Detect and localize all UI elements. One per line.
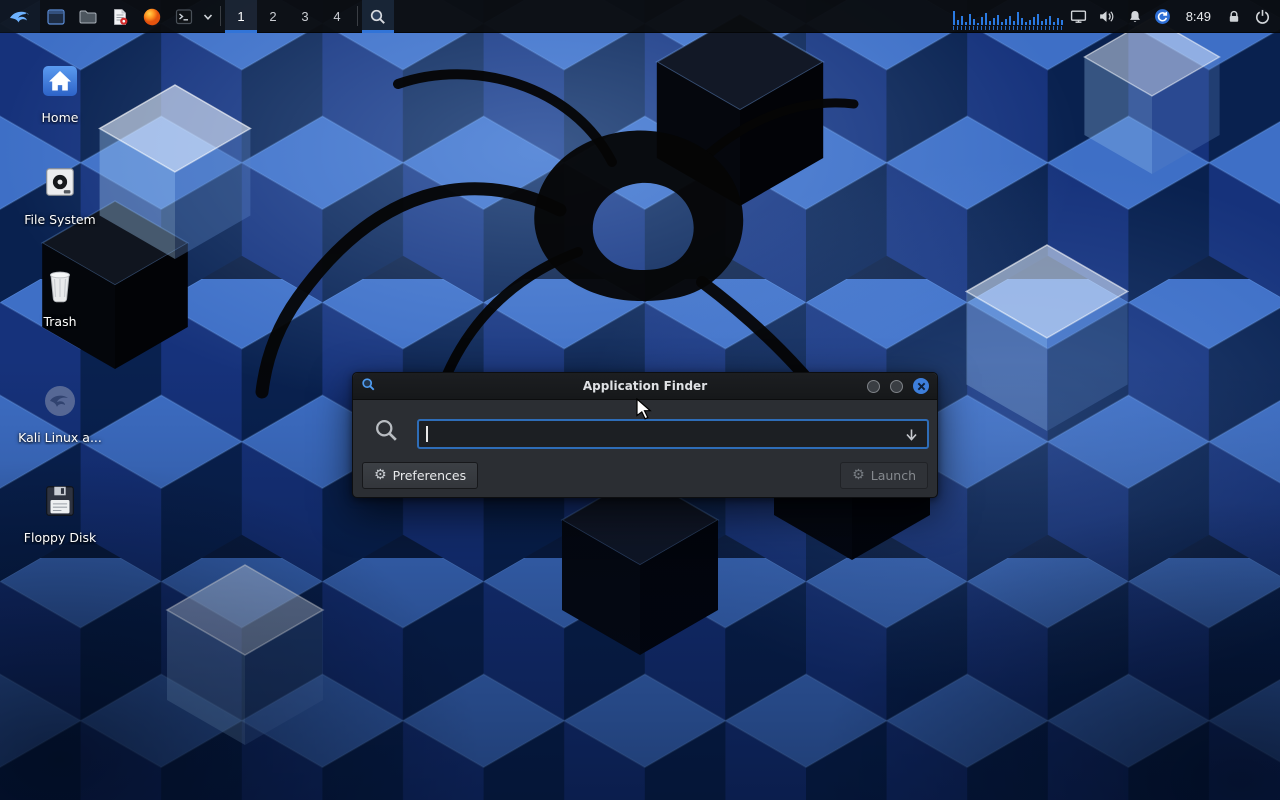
panel-spacer [394,0,951,32]
chevron-down-icon [203,12,213,22]
application-finder-window: Application Finder [352,372,938,498]
search-icon [373,417,400,448]
desktop-icon-label: Kali Linux a... [10,430,110,445]
kali-logo-icon [8,6,32,28]
home-icon [10,58,110,104]
close-icon [917,382,926,391]
workspace-button-1[interactable]: 1 [225,0,257,33]
terminal-icon [174,7,194,27]
launch-button[interactable]: ⚙ Launch [840,462,928,489]
file-manager-launcher[interactable] [40,0,72,33]
audio-visualizer-ticks [953,26,1063,30]
power-tray-button[interactable] [1248,0,1276,33]
trash-icon [10,262,110,308]
desktop: 1 2 3 4 [0,0,1280,800]
panel-separator [220,6,221,26]
titlebar[interactable]: Application Finder [353,373,937,400]
file-manager-icon [46,7,66,27]
file-system-icon [10,160,110,206]
desktop-icon-file-system[interactable]: File System [10,160,110,227]
lock-icon [1226,9,1242,25]
firefox-launcher[interactable] [136,0,168,33]
workspace-button-2[interactable]: 2 [257,0,289,33]
volume-tray-button[interactable] [1093,0,1121,33]
launch-icon: ⚙ [852,468,865,482]
sync-icon [1154,8,1171,25]
entry-dropdown-icon[interactable] [905,427,918,446]
desktop-icon-home[interactable]: Home [10,58,110,125]
firefox-icon [142,7,162,27]
floppy-disk-icon [10,478,110,524]
appfinder-launcher[interactable] [362,0,394,33]
top-panel: 1 2 3 4 [0,0,1280,33]
kali-menu-button[interactable] [0,0,40,33]
preferences-label: Preferences [393,468,467,483]
appfinder-window-icon [361,377,376,396]
workspace-button-3[interactable]: 3 [289,0,321,33]
minimize-button[interactable] [867,380,880,393]
gear-icon: ⚙ [374,468,387,482]
search-icon [369,8,387,26]
dialog-button-row: ⚙ Preferences ⚙ Launch [353,461,937,489]
folder-icon [78,7,98,27]
files-folder-launcher[interactable] [72,0,104,33]
updates-tray-button[interactable] [1149,0,1177,33]
power-icon [1254,8,1271,25]
maximize-button[interactable] [890,380,903,393]
desktop-icon-label: File System [10,212,110,227]
text-editor-icon [110,7,130,27]
text-editor-launcher[interactable] [104,0,136,33]
workspace-button-4[interactable]: 4 [321,0,353,33]
desktop-icon-label: Home [10,110,110,125]
close-button[interactable] [913,378,929,394]
search-input[interactable] [417,419,929,449]
volume-icon [1098,8,1115,25]
text-caret [426,426,428,442]
panel-separator [357,6,358,26]
desktop-icon-label: Floppy Disk [10,530,110,545]
bell-icon [1127,9,1143,25]
kali-docs-icon [10,378,110,424]
lock-tray-button[interactable] [1220,0,1248,33]
desktop-icon-floppy-disk[interactable]: Floppy Disk [10,478,110,545]
terminal-dropdown-button[interactable] [200,0,216,33]
preferences-button[interactable]: ⚙ Preferences [362,462,478,489]
audio-visualizer-bars [953,4,1063,25]
terminal-launcher[interactable] [168,0,200,33]
dialog-body: ⚙ Preferences ⚙ Launch [353,400,937,498]
audio-visualizer [951,0,1065,33]
desktop-icon-label: Trash [10,314,110,329]
desktop-icon-kali-docs[interactable]: Kali Linux a... [10,378,110,445]
display-icon [1070,8,1087,25]
notifications-tray-button[interactable] [1121,0,1149,33]
clock[interactable]: 8:49 [1177,0,1220,33]
window-title: Application Finder [353,379,937,393]
display-tray-button[interactable] [1065,0,1093,33]
desktop-icon-trash[interactable]: Trash [10,262,110,329]
launch-label: Launch [871,468,916,483]
